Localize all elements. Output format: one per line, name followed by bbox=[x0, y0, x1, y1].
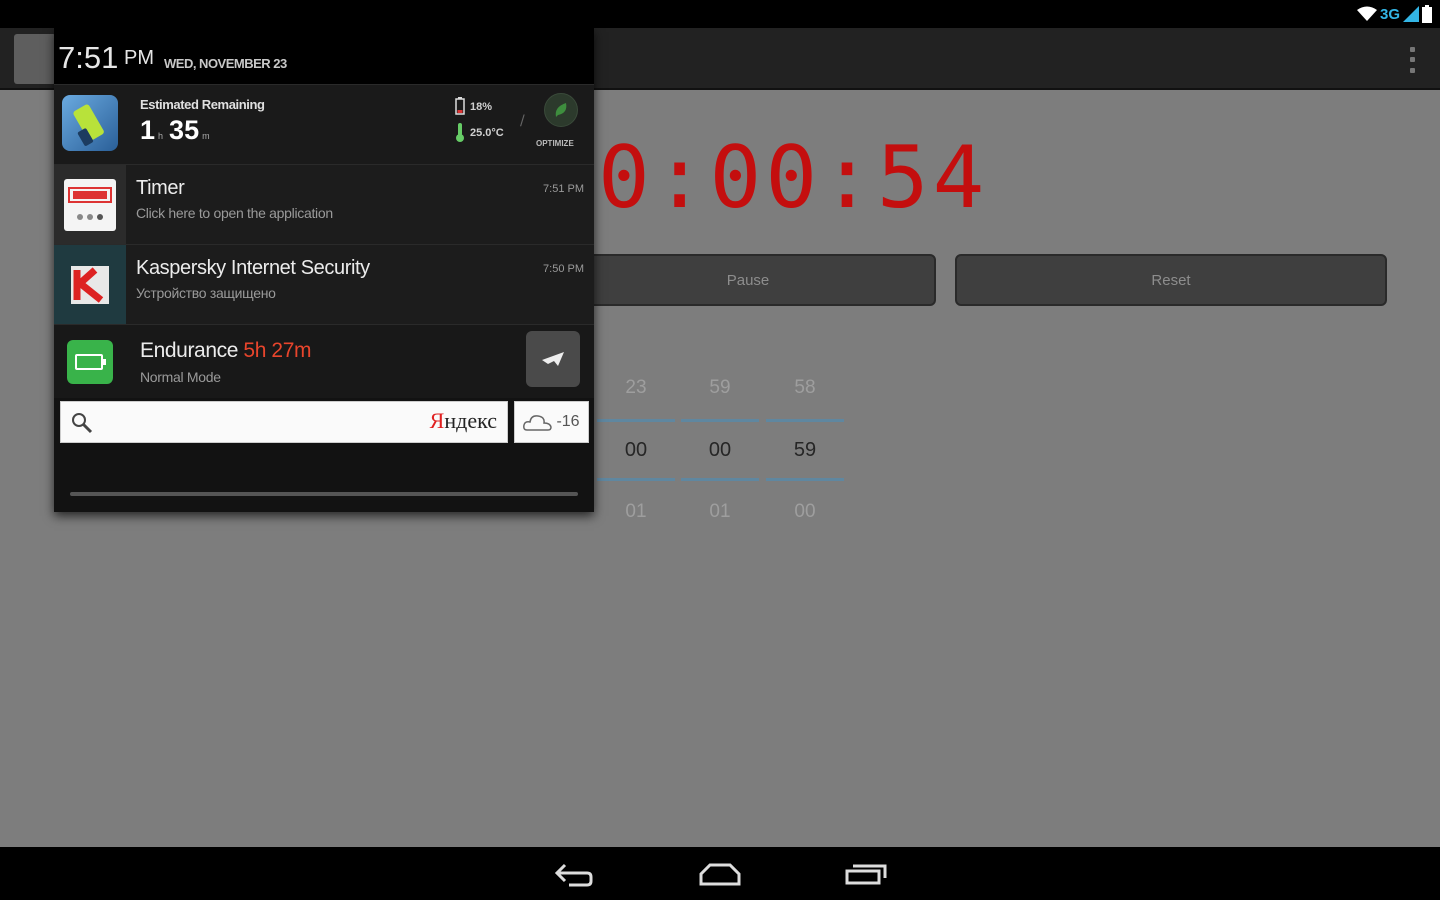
picker-current-value[interactable]: 00 bbox=[681, 419, 759, 481]
status-icons: 3G bbox=[1356, 4, 1432, 24]
notification-title: Endurance bbox=[140, 339, 238, 362]
notification-kaspersky[interactable]: Kaspersky Internet Security Устройство з… bbox=[54, 244, 594, 324]
hours-picker[interactable]: 23 00 01 bbox=[597, 360, 675, 540]
back-button[interactable] bbox=[546, 854, 602, 894]
battery-percent: 18% bbox=[470, 101, 493, 113]
notification-icon-bg bbox=[54, 325, 126, 398]
picker-current-value[interactable]: 59 bbox=[766, 419, 844, 481]
clock-date: WED, NOVEMBER 23 bbox=[164, 56, 287, 71]
plane-icon bbox=[542, 352, 564, 366]
yandex-logo-first: Я bbox=[429, 408, 445, 433]
screen: 3G 0:00:54 Pause Reset 23 00 01 59 00 01… bbox=[0, 0, 1440, 900]
back-icon bbox=[554, 863, 593, 886]
timer-icon bbox=[64, 178, 116, 231]
weather-temperature: -16 bbox=[556, 413, 580, 430]
wifi-icon bbox=[1356, 6, 1377, 21]
notification-icon-bg bbox=[54, 245, 126, 324]
endurance-mode-toggle[interactable] bbox=[526, 331, 580, 387]
timer-display: 0:00:54 bbox=[598, 128, 989, 228]
optimize-button[interactable]: OPTIMIZE bbox=[536, 93, 590, 157]
notification-endurance[interactable]: Endurance 5h 27m Normal Mode bbox=[54, 324, 594, 398]
picker-next-value[interactable]: 00 bbox=[766, 484, 844, 540]
notification-subtitle: Normal Mode bbox=[140, 369, 221, 385]
estimated-remaining-value: 1 h 35 m bbox=[140, 115, 210, 146]
minutes-unit: m bbox=[202, 131, 210, 141]
notification-time: 7:50 PM bbox=[543, 263, 584, 275]
minutes-value: 35 bbox=[169, 115, 200, 145]
notification-shade: 7:51 PM WED, NOVEMBER 23 Estimated Remai… bbox=[54, 28, 594, 512]
notification-icon-bg bbox=[54, 165, 126, 244]
endurance-remaining: 5h 27m bbox=[243, 339, 312, 362]
picker-prev-value[interactable]: 58 bbox=[766, 360, 844, 416]
battery-doctor-icon bbox=[62, 95, 118, 151]
shade-header: 7:51 PM WED, NOVEMBER 23 bbox=[54, 28, 594, 84]
notification-title: Kaspersky Internet Security bbox=[136, 257, 370, 279]
yandex-logo: Яндекс bbox=[430, 408, 497, 434]
recents-icon bbox=[845, 864, 887, 884]
navigation-bar bbox=[0, 847, 1440, 900]
network-type: 3G bbox=[1379, 5, 1400, 23]
battery-status-icon bbox=[1422, 5, 1432, 23]
home-button[interactable] bbox=[692, 854, 748, 894]
notification-timer[interactable]: Timer Click here to open the application… bbox=[54, 164, 594, 244]
thermometer-icon bbox=[456, 123, 464, 142]
status-bar: 3G bbox=[0, 0, 1440, 28]
leaf-icon bbox=[544, 93, 578, 127]
shade-handle[interactable] bbox=[70, 492, 578, 496]
yandex-logo-rest: ндекс bbox=[444, 408, 497, 433]
pause-button[interactable]: Pause bbox=[560, 254, 936, 306]
optimize-label: OPTIMIZE bbox=[536, 139, 574, 148]
search-input[interactable] bbox=[105, 408, 425, 436]
estimated-remaining-label: Estimated Remaining bbox=[140, 97, 265, 112]
app-icon[interactable] bbox=[14, 34, 56, 84]
hours-value: 1 bbox=[140, 115, 156, 145]
picker-next-value[interactable]: 01 bbox=[597, 484, 675, 540]
search-icon bbox=[72, 413, 93, 434]
picker-prev-value[interactable]: 23 bbox=[597, 360, 675, 416]
weather-widget[interactable]: -16 bbox=[514, 401, 589, 443]
picker-prev-value[interactable]: 59 bbox=[681, 360, 759, 416]
yandex-search-widget[interactable]: Яндекс bbox=[60, 401, 508, 443]
clock-time: 7:51 bbox=[58, 40, 119, 75]
home-icon bbox=[699, 863, 741, 885]
picker-current-value[interactable]: 00 bbox=[597, 419, 675, 481]
picker-next-value[interactable]: 01 bbox=[681, 484, 759, 540]
notification-title: Timer bbox=[136, 177, 185, 199]
notification-subtitle: Click here to open the application bbox=[136, 205, 333, 221]
reset-button[interactable]: Reset bbox=[955, 254, 1387, 306]
hours-unit: h bbox=[158, 131, 164, 141]
battery-icon bbox=[67, 339, 113, 384]
notification-time: 7:51 PM bbox=[543, 183, 584, 195]
divider: / bbox=[520, 113, 525, 129]
kaspersky-icon bbox=[71, 265, 109, 304]
notification-subtitle: Устройство защищено bbox=[136, 285, 276, 301]
overflow-menu-icon[interactable] bbox=[1404, 44, 1420, 76]
seconds-picker[interactable]: 58 59 00 bbox=[766, 360, 844, 540]
notification-title-row: Endurance 5h 27m bbox=[140, 339, 311, 363]
battery-widget[interactable]: Estimated Remaining 1 h 35 m 18% 25.0°C / O… bbox=[54, 84, 594, 164]
minutes-picker[interactable]: 59 00 01 bbox=[681, 360, 759, 540]
recents-button[interactable] bbox=[838, 854, 894, 894]
clock-ampm: PM bbox=[124, 47, 154, 69]
cloud-icon bbox=[523, 415, 553, 431]
battery-level-icon bbox=[455, 97, 465, 115]
signal-icon bbox=[1403, 6, 1419, 22]
battery-temperature: 25.0°C bbox=[470, 127, 504, 139]
